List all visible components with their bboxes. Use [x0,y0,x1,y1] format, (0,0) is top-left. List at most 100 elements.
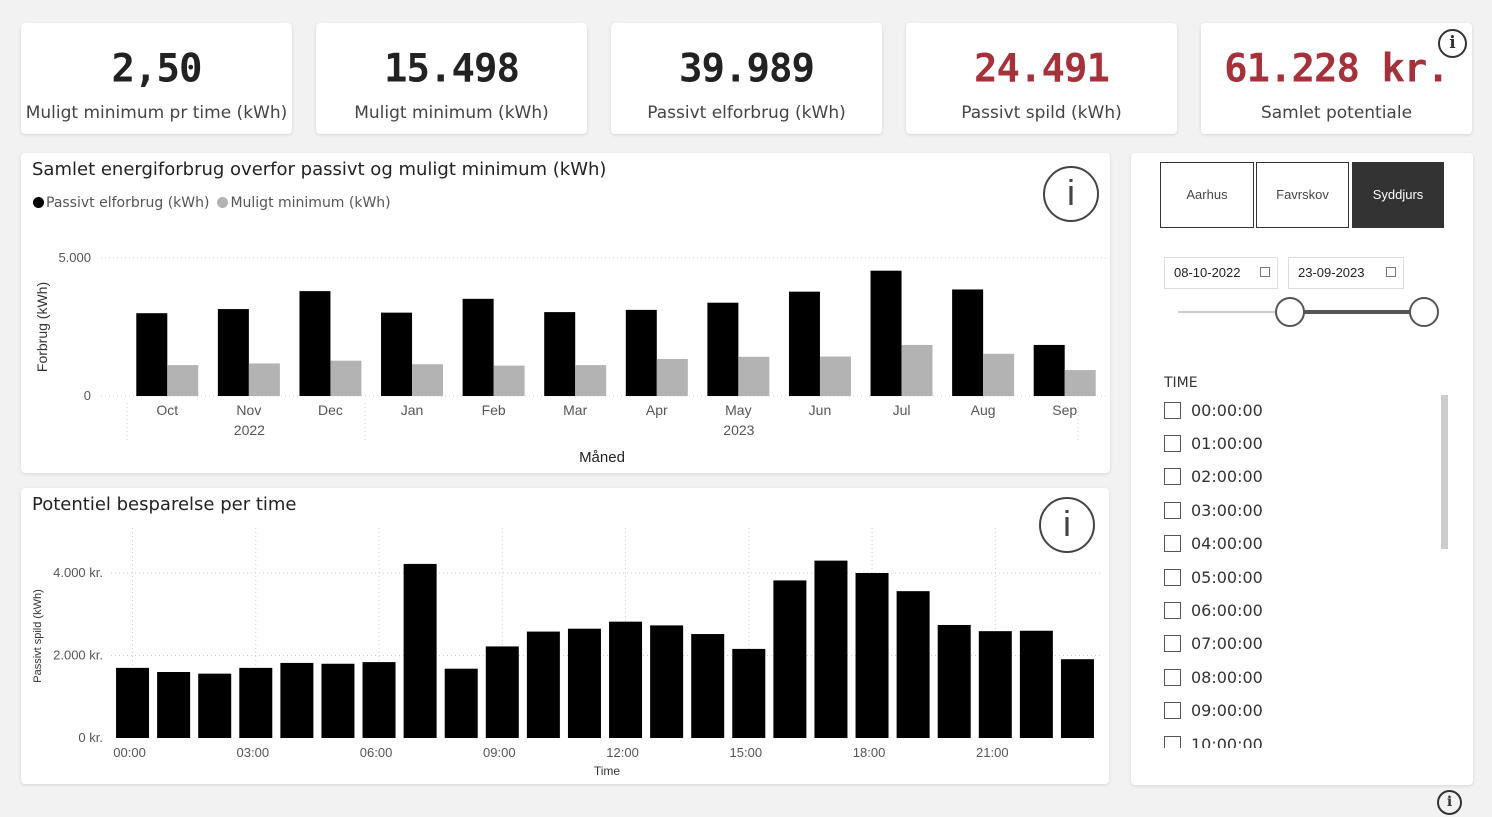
x-year-label: 2023 [723,422,754,438]
monthly-chart-card: Samlet energiforbrug overfor passivt og … [21,153,1110,473]
checkbox[interactable] [1164,702,1181,720]
y-tick-label: 2.000 kr. [53,648,103,663]
date-from-input[interactable]: 08-10-2022 [1164,257,1278,289]
bar-0500 [321,663,355,738]
checkbox[interactable] [1164,635,1181,653]
bar-0300 [239,667,273,738]
bar-nov-passive [217,309,249,396]
time-option-label: 00:00:00 [1191,400,1263,420]
checkbox[interactable] [1164,568,1181,586]
municipality-button-favrskov[interactable]: Favrskov [1256,162,1349,228]
x-tick-label: 00:00 [113,745,146,760]
bar-1600 [773,580,807,738]
info-icon[interactable]: i [1437,790,1462,815]
bar-nov-minimum [248,363,280,396]
x-tick-label: 21:00 [976,745,1009,760]
checkbox[interactable] [1164,401,1181,419]
bar-2000 [937,624,971,738]
kpi-value: 2,50 [111,46,203,92]
bar-0800 [444,668,478,738]
x-tick-label: 18:00 [853,745,886,760]
y-tick-label: 5.000 [58,250,91,265]
checkbox[interactable] [1164,601,1181,619]
bar-2200 [1019,630,1053,738]
bar-1700 [814,560,848,738]
bar-jun-passive [788,291,820,396]
kpi-label: Samlet potentiale [1260,103,1413,123]
kpi-value: 39.989 [679,46,815,92]
checkbox[interactable] [1164,668,1181,686]
x-tick-label: 12:00 [606,745,639,760]
bar-oct-passive [136,313,168,396]
x-tick-label: 15:00 [730,745,763,760]
checkbox[interactable] [1164,468,1181,486]
checkbox[interactable] [1164,501,1181,519]
bar-oct-minimum [167,365,199,396]
bar-mar-minimum [575,365,607,396]
bar-aug-passive [952,289,984,396]
time-slicer-header: TIME [1164,375,1198,391]
municipality-button-aarhus[interactable]: Aarhus [1160,162,1254,228]
y-axis-title: Forbrug (kWh) [34,282,50,372]
time-list-scrollbar[interactable] [1441,395,1448,549]
checkbox[interactable] [1164,434,1181,452]
date-slider-end-handle[interactable] [1409,297,1439,327]
kpi-label: Passivt elforbrug (kWh) [647,103,846,123]
x-tick-label: Apr [646,402,668,418]
bar-apr-minimum [656,359,688,396]
time-option-label: 08:00:00 [1191,667,1263,687]
checkbox[interactable] [1164,535,1181,553]
monthly-bar-chart: 5.000 0 Oct Nov Dec Jan Feb Mar Apr May Jun Jul Aug S… [34,250,1106,466]
x-tick-label: Nov [236,402,261,418]
bar-1800 [855,573,889,738]
time-option[interactable]: 01:00:00 [1164,432,1263,454]
date-slider-start-handle[interactable] [1275,297,1305,327]
time-option[interactable]: 03:00:00 [1164,499,1263,521]
bar-1300 [650,625,684,738]
kpi-card-passive-consumption: 39.989 Passivt elforbrug (kWh) [611,23,882,134]
x-tick-label: Jul [893,402,911,418]
bar-0100 [157,672,191,738]
bar-0900 [485,646,519,738]
time-option-label: 07:00:00 [1191,634,1263,654]
x-tick-label: Feb [482,402,506,418]
bar-sep-passive [1033,344,1065,396]
bar-1400 [691,634,725,738]
bar-0400 [280,662,314,738]
kpi-label: Muligt minimum (kWh) [354,103,549,123]
municipality-button-syddjurs[interactable]: Syddjurs [1352,162,1444,228]
bar-1100 [567,628,601,738]
bar-2100 [978,631,1012,738]
x-axis-title: Måned [579,449,625,466]
time-option[interactable]: 10:00:00 [1164,733,1263,748]
date-slider-range [1290,310,1424,314]
bar-jan-passive [381,312,413,396]
checkbox[interactable] [1164,735,1181,748]
time-option[interactable]: 06:00:00 [1164,599,1263,621]
bar-1200 [609,621,643,738]
calendar-icon[interactable] [1260,267,1270,277]
date-to-value: 23-09-2023 [1298,265,1365,280]
calendar-icon[interactable] [1386,267,1396,277]
bar-0600 [362,662,396,738]
bar-jul-passive [870,270,902,396]
time-option[interactable]: 04:00:00 [1164,533,1263,555]
kpi-card-min-per-hour: 2,50 Muligt minimum pr time (kWh) [21,23,292,134]
bar-1900 [896,591,930,738]
time-option[interactable]: 05:00:00 [1164,566,1263,588]
y-tick-label: 4.000 kr. [53,565,103,580]
time-option[interactable]: 08:00:00 [1164,666,1263,688]
date-to-input[interactable]: 23-09-2023 [1288,257,1404,289]
time-option[interactable]: 09:00:00 [1164,700,1263,722]
info-icon[interactable]: i [1438,29,1467,58]
bar-0700 [403,563,437,738]
time-option-label: 02:00:00 [1191,467,1263,487]
kpi-card-passive-waste: 24.491 Passivt spild (kWh) [906,23,1177,134]
time-option[interactable]: 07:00:00 [1164,633,1263,655]
x-tick-label: 09:00 [483,745,516,760]
time-option[interactable]: 00:00:00 [1164,399,1263,421]
time-option-label: 01:00:00 [1191,433,1263,453]
x-tick-label: Jun [809,402,832,418]
time-option[interactable]: 02:00:00 [1164,466,1263,488]
date-from-value: 08-10-2022 [1174,265,1241,280]
